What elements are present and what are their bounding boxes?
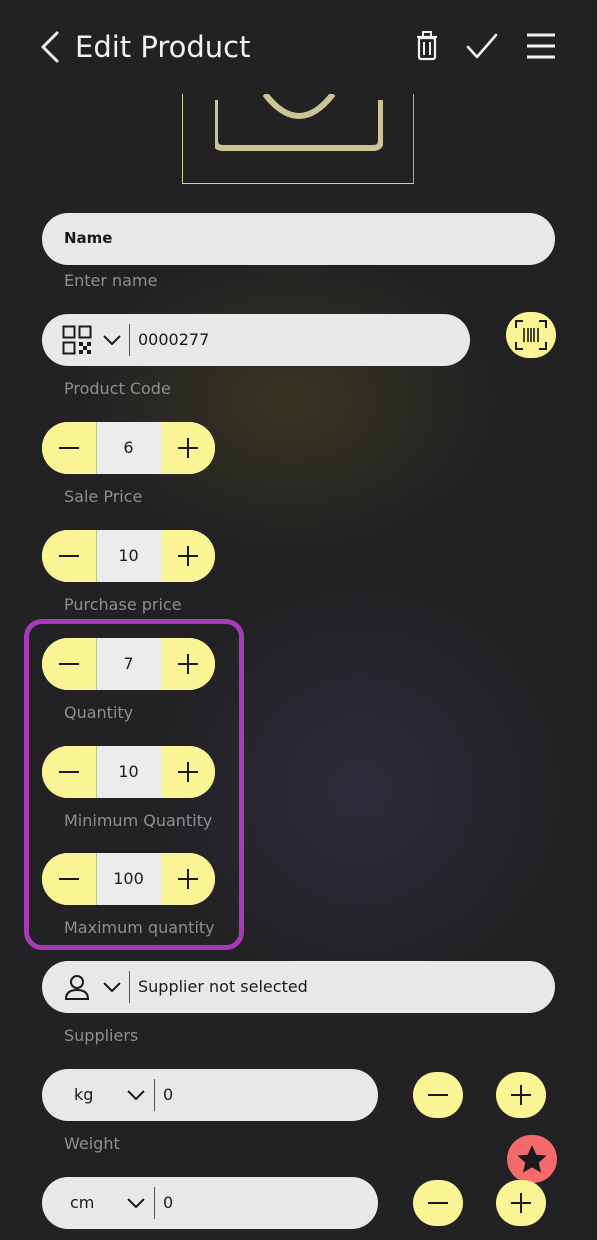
chevron-down-icon[interactable] [126,1088,146,1102]
size-decrement-button[interactable] [413,1180,463,1226]
trash-icon[interactable] [415,30,439,62]
weight-field[interactable]: kg 0 [42,1069,378,1121]
chevron-down-icon[interactable] [102,333,122,347]
quantity-value[interactable]: 7 [96,638,161,690]
header: Edit Product [0,0,597,94]
minus-icon [428,1094,448,1096]
minimum-quantity-value[interactable]: 10 [96,746,161,798]
sale-price-value[interactable]: 6 [96,422,161,474]
name-label: Enter name [64,271,158,290]
quantity-increment-button[interactable] [161,638,215,690]
quantity-stepper: 7 [42,638,215,690]
person-icon [64,975,90,1000]
product-code-label: Product Code [64,379,171,398]
minus-icon [59,663,79,665]
purchase-price-label: Purchase price [64,595,182,614]
weight-increment-button[interactable] [496,1072,546,1118]
favorite-button[interactable] [507,1135,557,1183]
divider [154,1187,155,1219]
minus-icon [59,878,79,880]
product-code-value[interactable]: 0000277 [138,330,209,349]
star-icon [517,1145,547,1173]
qr-code-icon[interactable] [62,325,92,355]
minus-icon [428,1202,448,1204]
chevron-down-icon[interactable] [102,980,122,994]
minus-icon [59,447,79,449]
minimum-quantity-label: Minimum Quantity [64,811,213,830]
minimum-quantity-increment-button[interactable] [161,746,215,798]
purchase-price-value[interactable]: 10 [96,530,161,582]
maximum-quantity-increment-button[interactable] [161,853,215,905]
minus-icon [59,771,79,773]
name-value: Name [64,229,113,247]
page-title: Edit Product [75,30,251,64]
sale-price-decrement-button[interactable] [42,422,97,474]
name-field[interactable]: Name [42,213,555,265]
maximum-quantity-decrement-button[interactable] [42,853,97,905]
weight-decrement-button[interactable] [413,1072,463,1118]
sale-price-increment-button[interactable] [161,422,215,474]
suppliers-label: Suppliers [64,1026,139,1045]
maximum-quantity-value[interactable]: 100 [96,853,161,905]
maximum-quantity-label: Maximum quantity [64,918,215,937]
quantity-decrement-button[interactable] [42,638,97,690]
supplier-select[interactable]: Supplier not selected [42,961,555,1013]
minimum-quantity-decrement-button[interactable] [42,746,97,798]
minimum-quantity-stepper: 10 [42,746,215,798]
maximum-quantity-stepper: 100 [42,853,215,905]
menu-icon[interactable] [525,30,557,62]
purchase-price-stepper: 10 [42,530,215,582]
barcode-scan-button[interactable] [506,312,556,358]
purchase-price-decrement-button[interactable] [42,530,97,582]
divider [154,1079,155,1111]
sale-price-label: Sale Price [64,487,143,506]
weight-value[interactable]: 0 [163,1085,173,1104]
minus-icon [59,555,79,557]
quantity-label: Quantity [64,703,134,722]
size-increment-button[interactable] [496,1180,546,1226]
divider [129,324,130,356]
size-unit[interactable]: cm [70,1193,94,1212]
chevron-down-icon[interactable] [126,1196,146,1210]
product-code-field[interactable]: 0000277 [42,314,470,366]
weight-label: Weight [64,1134,120,1153]
back-icon[interactable] [38,30,68,64]
background-glow-yellow [80,250,500,550]
size-field[interactable]: cm 0 [42,1177,378,1229]
purchase-price-increment-button[interactable] [161,530,215,582]
sale-price-stepper: 6 [42,422,215,474]
check-icon[interactable] [465,30,499,62]
weight-unit[interactable]: kg [74,1085,93,1104]
barcode-scan-icon [515,320,547,350]
supplier-value: Supplier not selected [138,977,308,996]
divider [129,971,130,1003]
size-value[interactable]: 0 [163,1193,173,1212]
